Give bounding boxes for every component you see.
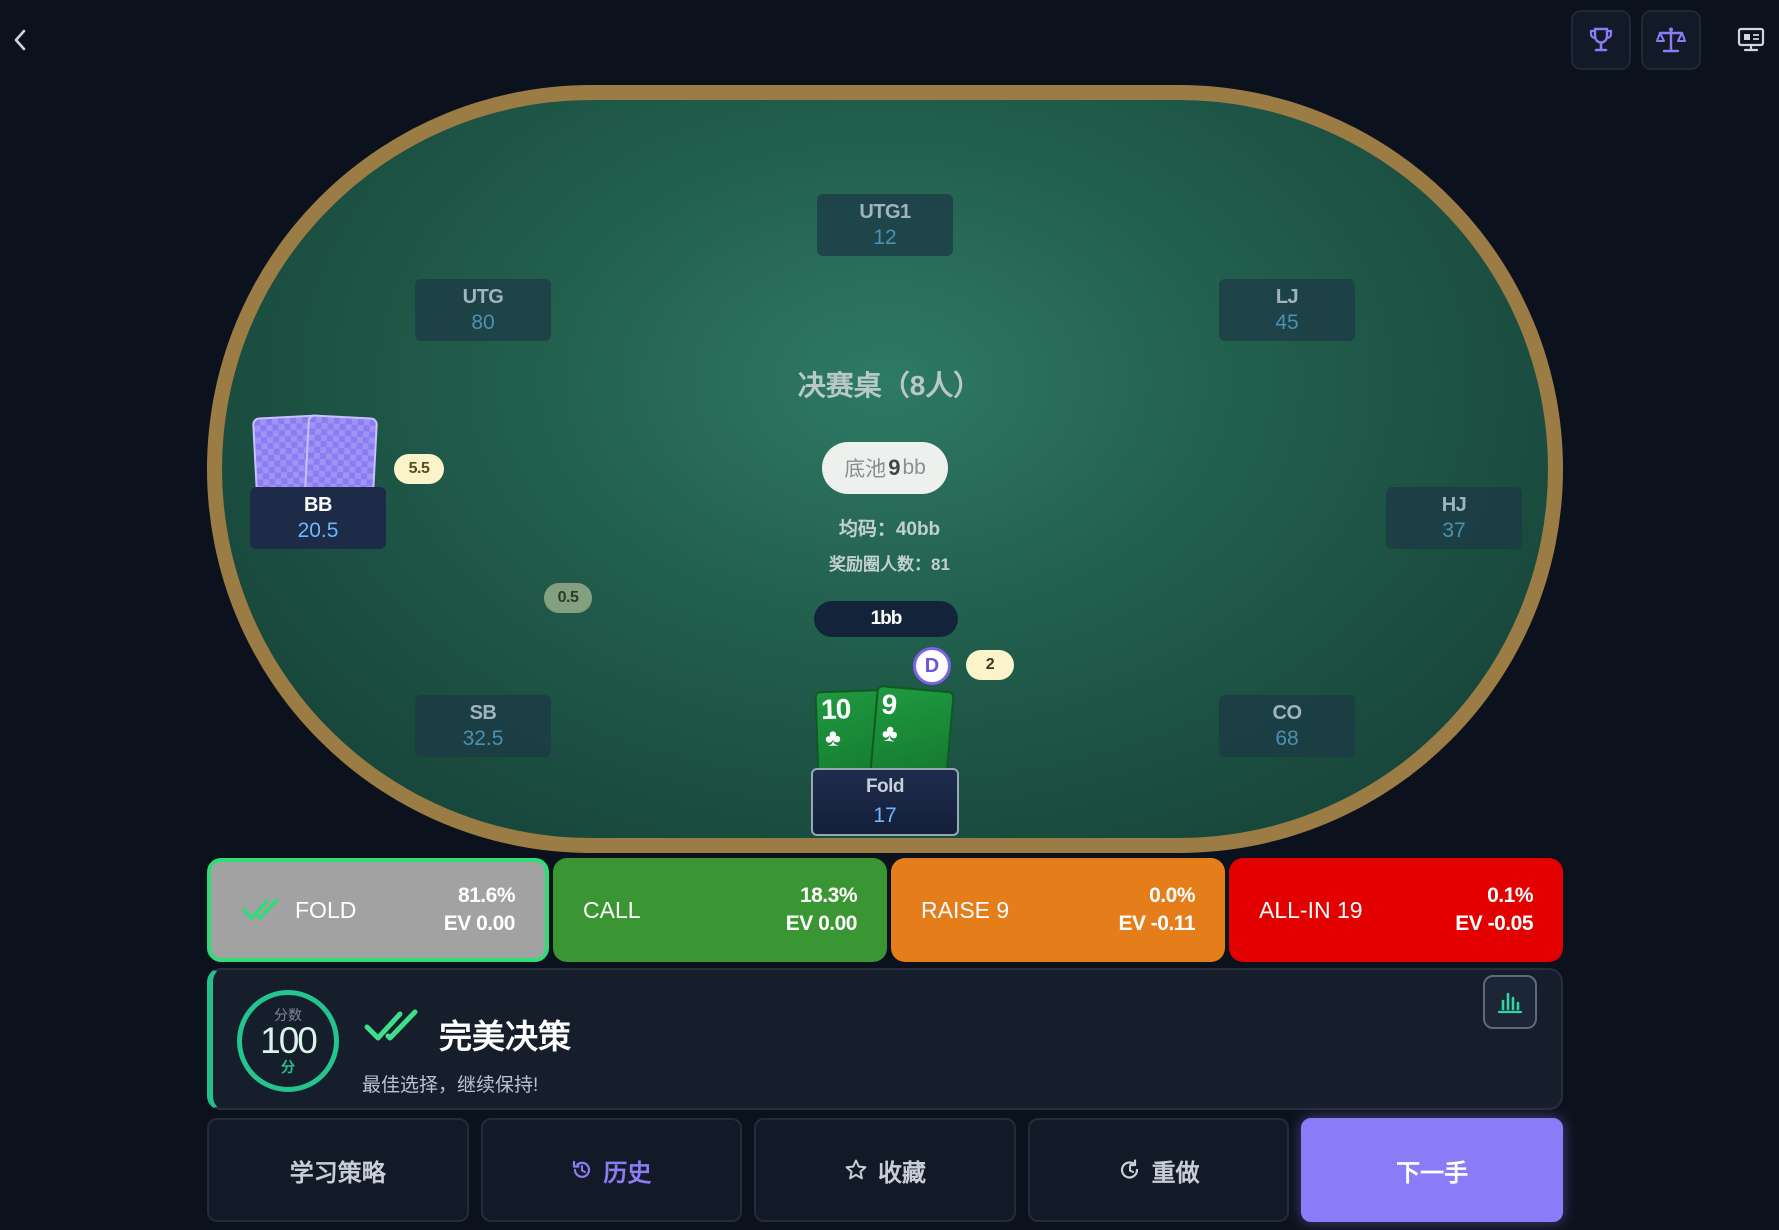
scale-button[interactable]: [1641, 10, 1701, 70]
history-label: 历史: [603, 1159, 652, 1187]
star-icon: [845, 1159, 867, 1180]
study-strategy-label: 学习策略: [289, 1159, 386, 1187]
double-check-icon: [364, 1009, 418, 1041]
pot-display: 底池 9 bb: [822, 442, 948, 494]
seat-stack: 68: [1275, 726, 1299, 750]
raise-button[interactable]: RAISE 9 0.0% EV -0.11: [891, 858, 1225, 962]
all-in-button[interactable]: ALL-IN 19 0.1% EV -0.05: [1229, 858, 1563, 962]
verdict-title: 完美决策: [439, 1018, 571, 1055]
chart-button[interactable]: [1483, 975, 1537, 1029]
seat-position-label: UTG: [462, 285, 504, 308]
trophy-icon: [1589, 27, 1613, 52]
card-rank: 10: [820, 693, 851, 726]
next-hand-button[interactable]: 下一手: [1301, 1118, 1563, 1222]
action-ev: EV 0.00: [785, 912, 858, 935]
action-label: RAISE 9: [921, 896, 1010, 923]
back-button[interactable]: [6, 26, 34, 54]
seat-stack: 45: [1275, 310, 1299, 334]
seat-stack: 32.5: [462, 726, 504, 750]
next-hand-label: 下一手: [1396, 1159, 1469, 1187]
hero-action-label: Fold: [865, 776, 905, 797]
club-suit-icon: ♣: [824, 724, 842, 753]
seat-co[interactable]: CO 68: [1219, 695, 1355, 757]
monitor-icon: [1737, 27, 1765, 52]
pot-prefix: 底池: [844, 458, 887, 481]
favorite-button[interactable]: 收藏: [754, 1118, 1016, 1222]
card-rank: 9: [880, 688, 898, 721]
action-label: ALL-IN 19: [1259, 896, 1363, 923]
blind-pill: 1bb: [814, 601, 958, 637]
seat-position-label: UTG1: [859, 200, 911, 223]
action-frequency: 0.1%: [1487, 884, 1533, 907]
seat-lj[interactable]: LJ 45: [1219, 279, 1355, 341]
avg-stack: 均码：40bb: [838, 519, 941, 540]
dealer-button: D: [913, 647, 951, 685]
trophy-button[interactable]: [1571, 10, 1631, 70]
hero-stack: 17: [873, 804, 897, 827]
seat-stack: 80: [471, 310, 495, 334]
action-label: CALL: [583, 896, 641, 923]
call-button[interactable]: CALL 18.3% EV 0.00: [553, 858, 887, 962]
pot-unit: bb: [902, 456, 926, 479]
scale-icon: [1656, 27, 1686, 53]
bet-chip-sb: 0.5: [544, 583, 592, 613]
action-frequency: 18.3%: [799, 884, 858, 907]
seat-position-label: CO: [1272, 701, 1303, 724]
score-value: 100: [260, 1020, 318, 1061]
seat-position-label: SB: [469, 701, 497, 724]
pot-value: 9: [888, 455, 901, 480]
action-ev: EV -0.11: [1118, 912, 1195, 935]
seat-utg[interactable]: UTG 80: [415, 279, 551, 341]
bar-chart-icon: [1497, 992, 1523, 1014]
history-icon: [573, 1160, 591, 1178]
chevron-left-icon: [14, 29, 26, 51]
hero-seat[interactable]: Fold 17: [811, 768, 959, 836]
seat-sb[interactable]: SB 32.5: [415, 695, 551, 757]
seat-utg1[interactable]: UTG1 12: [817, 194, 953, 256]
prize-count: 奖励圈人数：81: [829, 555, 950, 574]
seat-position-label: LJ: [1275, 285, 1299, 308]
score-ring: 分数 100 分: [237, 990, 339, 1092]
result-panel: 分数 100 分 完美决策 最佳选择，继续保持!: [207, 968, 1563, 1110]
action-frequency: 81.6%: [457, 884, 516, 907]
study-strategy-button[interactable]: 学习策略: [207, 1118, 469, 1222]
verdict-subtitle: 最佳选择，继续保持!: [362, 1075, 539, 1096]
card-back: [303, 414, 379, 498]
action-ev: EV -0.05: [1455, 912, 1533, 935]
bet-chip-hero: 2: [966, 650, 1014, 680]
favorite-label: 收藏: [877, 1159, 926, 1187]
bet-chip-bb: 5.5: [394, 454, 444, 484]
redo-button[interactable]: 重做: [1027, 1118, 1290, 1222]
history-button[interactable]: 历史: [480, 1118, 743, 1222]
double-check-icon: [242, 898, 279, 920]
club-suit-icon: ♣: [880, 719, 899, 748]
redo-icon: [1120, 1159, 1138, 1179]
action-ev: EV 0.00: [443, 912, 516, 935]
monitor-button[interactable]: [1733, 22, 1769, 58]
action-label: FOLD: [295, 896, 357, 923]
table-title: 决赛桌（8人）: [797, 370, 982, 401]
bottom-toolbar: 学习策略 历史 收藏 重做 下一手: [207, 1118, 1563, 1222]
seat-stack: 12: [873, 225, 897, 249]
action-bar: FOLD 81.6% EV 0.00 CALL 18.3% EV 0.00 RA…: [207, 858, 1563, 962]
action-frequency: 0.0%: [1149, 884, 1195, 907]
score-unit: 分: [281, 1059, 295, 1075]
redo-label: 重做: [1151, 1159, 1200, 1187]
fold-button[interactable]: FOLD 81.6% EV 0.00: [207, 858, 549, 962]
